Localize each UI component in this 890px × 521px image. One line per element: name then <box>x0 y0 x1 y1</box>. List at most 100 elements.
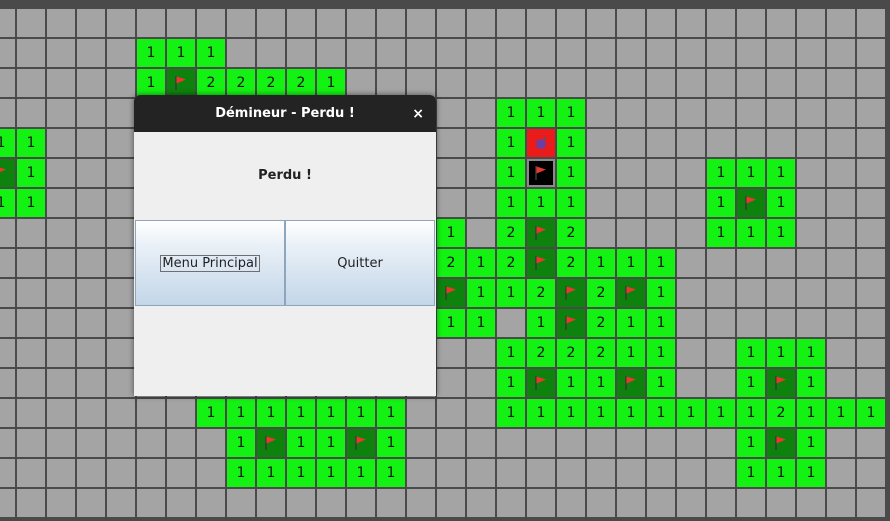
flag-cell[interactable] <box>617 369 645 397</box>
number-cell[interactable]: 1 <box>287 399 315 427</box>
hidden-cell[interactable] <box>0 369 15 397</box>
hidden-cell[interactable] <box>317 9 345 37</box>
hidden-cell[interactable] <box>137 9 165 37</box>
hidden-cell[interactable] <box>347 69 375 97</box>
hidden-cell[interactable] <box>167 459 195 487</box>
hidden-cell[interactable] <box>797 9 825 37</box>
hidden-cell[interactable] <box>407 9 435 37</box>
hidden-cell[interactable] <box>0 219 15 247</box>
hidden-cell[interactable] <box>0 249 15 277</box>
flag-cell[interactable] <box>767 369 795 397</box>
hidden-cell[interactable] <box>107 309 135 337</box>
hidden-cell[interactable] <box>707 39 735 67</box>
hidden-cell[interactable] <box>227 9 255 37</box>
hidden-cell[interactable] <box>407 399 435 427</box>
number-cell[interactable]: 1 <box>497 279 525 307</box>
hidden-cell[interactable] <box>677 429 705 457</box>
hidden-cell[interactable] <box>17 279 45 307</box>
hidden-cell[interactable] <box>167 429 195 457</box>
number-cell[interactable]: 1 <box>707 189 735 217</box>
hidden-cell[interactable] <box>857 39 885 67</box>
number-cell[interactable]: 1 <box>767 189 795 217</box>
number-cell[interactable]: 1 <box>377 429 405 457</box>
hidden-cell[interactable] <box>737 309 765 337</box>
hidden-cell[interactable] <box>827 99 855 127</box>
hidden-cell[interactable] <box>287 489 315 517</box>
hidden-cell[interactable] <box>467 399 495 427</box>
hidden-cell[interactable] <box>467 69 495 97</box>
hidden-cell[interactable] <box>677 159 705 187</box>
hidden-cell[interactable] <box>107 9 135 37</box>
hidden-cell[interactable] <box>827 249 855 277</box>
hidden-cell[interactable] <box>767 9 795 37</box>
number-cell[interactable]: 2 <box>437 249 465 277</box>
number-cell[interactable]: 1 <box>377 459 405 487</box>
hidden-cell[interactable] <box>617 489 645 517</box>
hidden-cell[interactable] <box>647 429 675 457</box>
hidden-cell[interactable] <box>647 459 675 487</box>
hidden-cell[interactable] <box>347 9 375 37</box>
hidden-cell[interactable] <box>137 399 165 427</box>
number-cell[interactable]: 1 <box>467 279 495 307</box>
hidden-cell[interactable] <box>827 39 855 67</box>
hidden-cell[interactable] <box>617 99 645 127</box>
hidden-cell[interactable] <box>797 189 825 217</box>
hidden-cell[interactable] <box>617 429 645 457</box>
hidden-cell[interactable] <box>527 39 555 67</box>
hidden-cell[interactable] <box>47 189 75 217</box>
hidden-cell[interactable] <box>497 9 525 37</box>
number-cell[interactable]: 1 <box>647 369 675 397</box>
hidden-cell[interactable] <box>707 99 735 127</box>
hidden-cell[interactable] <box>0 429 15 457</box>
number-cell[interactable]: 1 <box>137 39 165 67</box>
hidden-cell[interactable] <box>77 99 105 127</box>
flag-cell[interactable] <box>437 279 465 307</box>
hidden-cell[interactable] <box>17 219 45 247</box>
hidden-cell[interactable] <box>17 399 45 427</box>
hidden-cell[interactable] <box>707 9 735 37</box>
hidden-cell[interactable] <box>737 39 765 67</box>
hidden-cell[interactable] <box>17 9 45 37</box>
number-cell[interactable]: 1 <box>347 459 375 487</box>
hidden-cell[interactable] <box>437 399 465 427</box>
flag-cell[interactable] <box>527 219 555 247</box>
flag-cell[interactable] <box>527 369 555 397</box>
number-cell[interactable]: 2 <box>197 69 225 97</box>
hidden-cell[interactable] <box>557 489 585 517</box>
hidden-cell[interactable] <box>77 69 105 97</box>
hidden-cell[interactable] <box>0 99 15 127</box>
hidden-cell[interactable] <box>797 99 825 127</box>
number-cell[interactable]: 1 <box>707 399 735 427</box>
number-cell[interactable]: 1 <box>497 189 525 217</box>
hidden-cell[interactable] <box>677 369 705 397</box>
hidden-cell[interactable] <box>137 429 165 457</box>
hidden-cell[interactable] <box>857 99 885 127</box>
hidden-cell[interactable] <box>377 39 405 67</box>
number-cell[interactable]: 1 <box>497 369 525 397</box>
hidden-cell[interactable] <box>647 99 675 127</box>
hidden-cell[interactable] <box>707 489 735 517</box>
hidden-cell[interactable] <box>47 489 75 517</box>
hidden-cell[interactable] <box>77 189 105 217</box>
hidden-cell[interactable] <box>587 189 615 217</box>
hidden-cell[interactable] <box>827 459 855 487</box>
hidden-cell[interactable] <box>47 99 75 127</box>
hidden-cell[interactable] <box>827 429 855 457</box>
hidden-cell[interactable] <box>347 489 375 517</box>
hidden-cell[interactable] <box>827 279 855 307</box>
hidden-cell[interactable] <box>857 279 885 307</box>
flag-cell[interactable] <box>167 69 195 97</box>
hidden-cell[interactable] <box>707 459 735 487</box>
hidden-cell[interactable] <box>827 309 855 337</box>
number-cell[interactable]: 1 <box>497 129 525 157</box>
hidden-cell[interactable] <box>137 489 165 517</box>
hidden-cell[interactable] <box>617 9 645 37</box>
quit-button[interactable]: Quitter <box>285 220 435 306</box>
number-cell[interactable]: 2 <box>557 249 585 277</box>
hidden-cell[interactable] <box>617 189 645 217</box>
number-cell[interactable]: 2 <box>767 399 795 427</box>
hidden-cell[interactable] <box>497 489 525 517</box>
number-cell[interactable]: 1 <box>317 399 345 427</box>
number-cell[interactable]: 1 <box>437 219 465 247</box>
hidden-cell[interactable] <box>77 219 105 247</box>
